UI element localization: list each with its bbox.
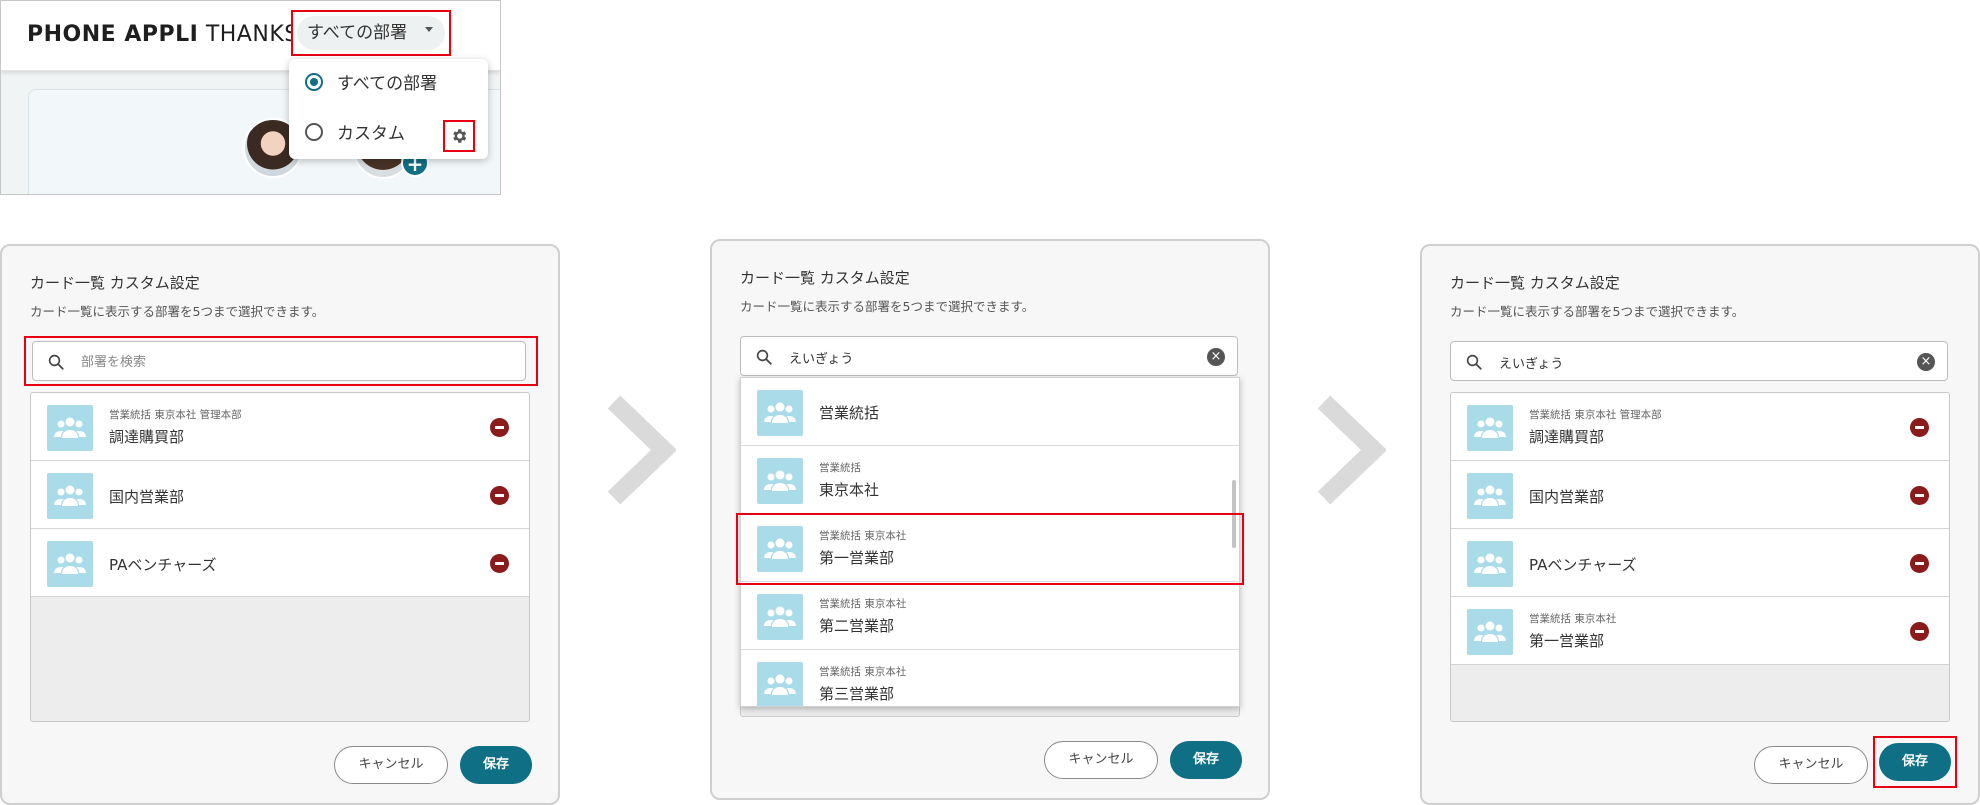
department-name: 国内営業部: [109, 488, 185, 506]
list-item: 営業統括 東京本社 管理本部 調達購買部: [1451, 393, 1949, 461]
cancel-button[interactable]: キャンセル: [1044, 741, 1158, 779]
caret-down-icon: [425, 27, 433, 32]
custom-settings-dialog-2: カード一覧 カスタム設定 カード一覧に表示する部署を5つまで選択できます。 × …: [710, 239, 1270, 800]
group-icon: [1467, 405, 1513, 451]
department-name: 調達購買部: [109, 428, 185, 446]
department-name: 国内営業部: [1529, 488, 1605, 506]
cancel-button[interactable]: キャンセル: [1754, 746, 1868, 784]
remove-circle-icon[interactable]: [490, 486, 509, 505]
save-button[interactable]: 保存: [1170, 741, 1242, 779]
dialog-title: カード一覧 カスタム設定: [1450, 274, 1620, 292]
menu-item-custom[interactable]: カスタム: [305, 119, 405, 149]
search-icon: [48, 354, 64, 370]
save-button[interactable]: 保存: [460, 746, 532, 784]
department-path: 営業統括 東京本社 管理本部: [109, 409, 242, 421]
department-path: 営業統括 東京本社 管理本部: [1529, 409, 1662, 421]
group-icon: [47, 541, 93, 587]
brand-light: THANKS: [205, 22, 299, 47]
department-path: 営業統括 東京本社: [819, 666, 907, 678]
search-input[interactable]: [789, 345, 1169, 369]
department-filter-label: すべての部署: [297, 16, 445, 50]
department-filter-button[interactable]: すべての部署: [291, 10, 451, 56]
search-input[interactable]: [81, 350, 461, 374]
group-icon: [757, 390, 803, 436]
department-path: 営業統括 東京本社: [819, 598, 907, 610]
department-name: 東京本社: [819, 481, 880, 499]
save-button[interactable]: 保存: [1879, 743, 1951, 781]
selected-departments-list: 営業統括 東京本社 管理本部 調達購買部 国内営業部 PAベンチャーズ: [30, 392, 530, 722]
dialog-subtitle: カード一覧に表示する部署を5つまで選択できます。: [740, 299, 1035, 314]
menu-item-label: カスタム: [337, 124, 405, 144]
radio-selected-icon: [305, 73, 323, 91]
dialog-subtitle: カード一覧に表示する部署を5つまで選択できます。: [30, 304, 325, 319]
group-icon: [757, 458, 803, 504]
custom-settings-button[interactable]: [443, 120, 475, 152]
cancel-button[interactable]: キャンセル: [334, 746, 448, 784]
chevron-right-icon: [607, 395, 676, 505]
dialog-subtitle: カード一覧に表示する部署を5つまで選択できます。: [1450, 304, 1745, 319]
highlight-frame: [736, 513, 1244, 585]
search-icon: [1466, 354, 1482, 370]
dialog-title: カード一覧 カスタム設定: [740, 269, 910, 287]
department-name: 第二営業部: [819, 617, 895, 635]
department-name: PAベンチャーズ: [1529, 556, 1637, 574]
search-icon: [756, 349, 772, 365]
search-input[interactable]: [1499, 350, 1879, 374]
custom-settings-dialog-3: カード一覧 カスタム設定 カード一覧に表示する部署を5つまで選択できます。 × …: [1420, 244, 1980, 805]
search-result-item[interactable]: 営業統括: [741, 378, 1239, 446]
list-item: 国内営業部: [31, 461, 529, 529]
search-result-item[interactable]: 営業統括 東京本社 第二営業部: [741, 582, 1239, 650]
remove-circle-icon[interactable]: [490, 418, 509, 437]
selected-departments-list: 営業統括 東京本社 管理本部 調達購買部 国内営業部 PAベンチャーズ 営業統括…: [1450, 392, 1950, 722]
list-item: 国内営業部: [1451, 461, 1949, 529]
search-result-item[interactable]: 営業統括 東京本社: [741, 446, 1239, 514]
remove-circle-icon[interactable]: [1910, 418, 1929, 437]
menu-item-label: すべての部署: [337, 74, 438, 94]
brand-logo: PHONE APPLI THANKS: [27, 22, 299, 47]
group-icon: [1467, 473, 1513, 519]
list-item: PAベンチャーズ: [1451, 529, 1949, 597]
dialog-title: カード一覧 カスタム設定: [30, 274, 200, 292]
remove-circle-icon[interactable]: [1910, 554, 1929, 573]
department-name: 調達購買部: [1529, 428, 1605, 446]
group-icon: [1467, 541, 1513, 587]
group-icon: [757, 594, 803, 640]
department-search-box: ×: [740, 336, 1238, 376]
list-item: PAベンチャーズ: [31, 529, 529, 597]
department-search-box: ×: [1450, 341, 1948, 381]
brand-bold: PHONE APPLI: [27, 22, 199, 47]
department-search-box: [32, 341, 526, 381]
department-path: 営業統括: [819, 462, 861, 474]
department-name: 第一営業部: [1529, 632, 1605, 650]
remove-circle-icon[interactable]: [1910, 622, 1929, 641]
department-name: PAベンチャーズ: [109, 556, 217, 574]
department-name: 営業統括: [819, 404, 880, 422]
clear-icon[interactable]: ×: [1207, 348, 1225, 366]
group-icon: [1467, 609, 1513, 655]
group-icon: [757, 662, 803, 706]
header-snippet: + PHONE APPLI THANKS すべての部署 すべての部署 カスタム: [0, 0, 501, 195]
group-icon: [47, 473, 93, 519]
chevron-right-icon: [1317, 395, 1386, 505]
remove-circle-icon[interactable]: [490, 554, 509, 573]
remove-circle-icon[interactable]: [1910, 486, 1929, 505]
menu-item-all[interactable]: すべての部署: [305, 69, 437, 99]
radio-icon: [305, 123, 323, 141]
department-name: 第三営業部: [819, 685, 895, 703]
custom-settings-dialog-1: カード一覧 カスタム設定 カード一覧に表示する部署を5つまで選択できます。 営業…: [0, 244, 560, 805]
search-result-item[interactable]: 営業統括 東京本社 第三営業部: [741, 650, 1239, 706]
gear-icon: [453, 129, 467, 143]
list-item: 営業統括 東京本社 第一営業部: [1451, 597, 1949, 665]
department-path: 営業統括 東京本社: [1529, 613, 1617, 625]
list-item: 営業統括 東京本社 管理本部 調達購買部: [31, 393, 529, 461]
clear-icon[interactable]: ×: [1917, 353, 1935, 371]
group-icon: [47, 405, 93, 451]
